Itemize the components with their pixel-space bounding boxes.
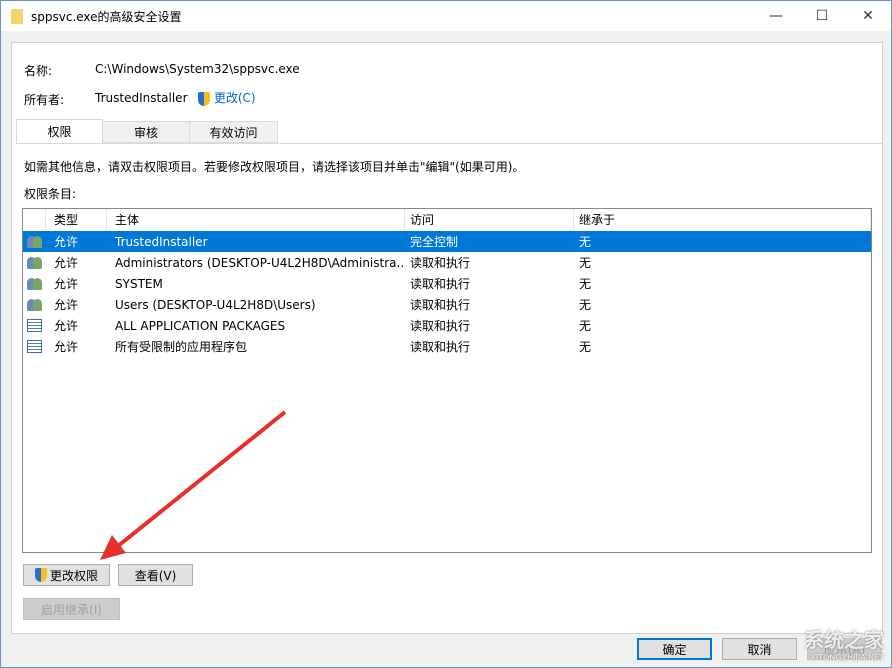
cell-inherited-from: 无 (574, 296, 871, 313)
folder-icon (11, 9, 23, 24)
owner-label: 所有者: (24, 91, 64, 108)
cell-type: 允许 (46, 233, 107, 250)
ok-button[interactable]: 确定 (637, 638, 712, 660)
row-icon-cell (23, 298, 46, 311)
cell-type: 允许 (46, 254, 107, 271)
row-icon-cell (23, 340, 46, 353)
cell-inherited-from: 无 (574, 233, 871, 250)
cell-type: 允许 (46, 317, 107, 334)
maximize-button[interactable]: ☐ (799, 1, 845, 31)
window-title: sppsvc.exe的高级安全设置 (31, 8, 182, 25)
title-bar: sppsvc.exe的高级安全设置 — ☐ ✕ (1, 1, 891, 31)
row-icon-cell (23, 235, 46, 248)
cell-access: 读取和执行 (405, 275, 574, 292)
header-access[interactable]: 访问 (405, 209, 574, 230)
cell-inherited-from: 无 (574, 275, 871, 292)
cell-principal: Administrators (DESKTOP-U4L2H8D\Administ… (107, 256, 405, 270)
uac-shield-icon (35, 568, 47, 582)
watermark-url: XITONGZHIJIA.NET (804, 653, 884, 662)
users-icon (27, 277, 43, 290)
header-inherited-from[interactable]: 继承于 (574, 209, 871, 230)
cell-access: 读取和执行 (405, 338, 574, 355)
row-icon-cell (23, 256, 46, 269)
owner-value: TrustedInstaller (95, 91, 188, 105)
tab-auditing[interactable]: 审核 (102, 121, 190, 143)
cancel-button[interactable]: 取消 (722, 638, 797, 660)
owner-change-link[interactable]: 更改(C) (198, 89, 256, 106)
dialog-window: sppsvc.exe的高级安全设置 — ☐ ✕ 名称: C:\Windows\S… (0, 0, 892, 668)
table-header: 类型 主体 访问 继承于 (23, 209, 871, 231)
header-principal[interactable]: 主体 (107, 209, 405, 230)
enable-inheritance-button[interactable]: 启用继承(I) (23, 598, 120, 620)
header-type[interactable]: 类型 (46, 209, 107, 230)
cell-type: 允许 (46, 275, 107, 292)
table-row[interactable]: 允许 ALL APPLICATION PACKAGES 读取和执行 无 (23, 315, 871, 336)
header-icon-column (23, 209, 46, 230)
content-panel: 名称: C:\Windows\System32\sppsvc.exe 所有者: … (11, 42, 883, 634)
watermark-text: 系统之家 (804, 628, 884, 652)
package-icon (27, 319, 42, 332)
entries-label: 权限条目: (24, 185, 76, 202)
table-row[interactable]: 允许 Administrators (DESKTOP-U4L2H8D\Admin… (23, 252, 871, 273)
name-label: 名称: (24, 62, 52, 79)
cell-inherited-from: 无 (574, 338, 871, 355)
cell-principal: SYSTEM (107, 277, 405, 291)
tab-strip: 权限 审核 有效访问 (16, 121, 277, 143)
row-icon-cell (23, 319, 46, 332)
tab-effective-access[interactable]: 有效访问 (189, 121, 278, 143)
cell-principal: ALL APPLICATION PACKAGES (107, 319, 405, 333)
row-icon-cell (23, 277, 46, 290)
cell-inherited-from: 无 (574, 254, 871, 271)
users-icon (27, 256, 43, 269)
table-row[interactable]: 允许 Users (DESKTOP-U4L2H8D\Users) 读取和执行 无 (23, 294, 871, 315)
cell-principal: TrustedInstaller (107, 235, 405, 249)
table-row[interactable]: 允许 TrustedInstaller 完全控制 无 (23, 231, 871, 252)
table-row[interactable]: 允许 SYSTEM 读取和执行 无 (23, 273, 871, 294)
cell-type: 允许 (46, 296, 107, 313)
cell-access: 读取和执行 (405, 296, 574, 313)
package-icon (27, 340, 42, 353)
users-icon (27, 235, 43, 248)
cell-access: 读取和执行 (405, 254, 574, 271)
watermark: 系统之家XITONGZHIJIA.NET (804, 624, 884, 662)
cell-principal: 所有受限制的应用程序包 (107, 338, 405, 355)
minimize-button[interactable]: — (753, 1, 799, 31)
permission-entries-table[interactable]: 类型 主体 访问 继承于 允许 TrustedInstaller 完全控制 无 … (22, 208, 872, 553)
name-value: C:\Windows\System32\sppsvc.exe (95, 62, 300, 76)
cell-inherited-from: 无 (574, 317, 871, 334)
cell-type: 允许 (46, 338, 107, 355)
uac-shield-icon (198, 92, 210, 106)
hint-text: 如需其他信息，请双击权限项目。若要修改权限项目，请选择该项目并单击"编辑"(如果… (24, 158, 524, 175)
owner-change-text[interactable]: 更改(C) (214, 91, 256, 105)
tab-divider (16, 143, 882, 144)
table-row[interactable]: 允许 所有受限制的应用程序包 读取和执行 无 (23, 336, 871, 357)
change-permissions-button[interactable]: 更改权限 (23, 564, 110, 586)
cell-principal: Users (DESKTOP-U4L2H8D\Users) (107, 298, 405, 312)
cell-access: 完全控制 (405, 233, 574, 250)
tab-permissions[interactable]: 权限 (16, 119, 103, 143)
view-button[interactable]: 查看(V) (118, 564, 193, 586)
cell-access: 读取和执行 (405, 317, 574, 334)
close-button[interactable]: ✕ (845, 1, 891, 31)
users-icon (27, 298, 43, 311)
change-permissions-label: 更改权限 (50, 567, 98, 584)
